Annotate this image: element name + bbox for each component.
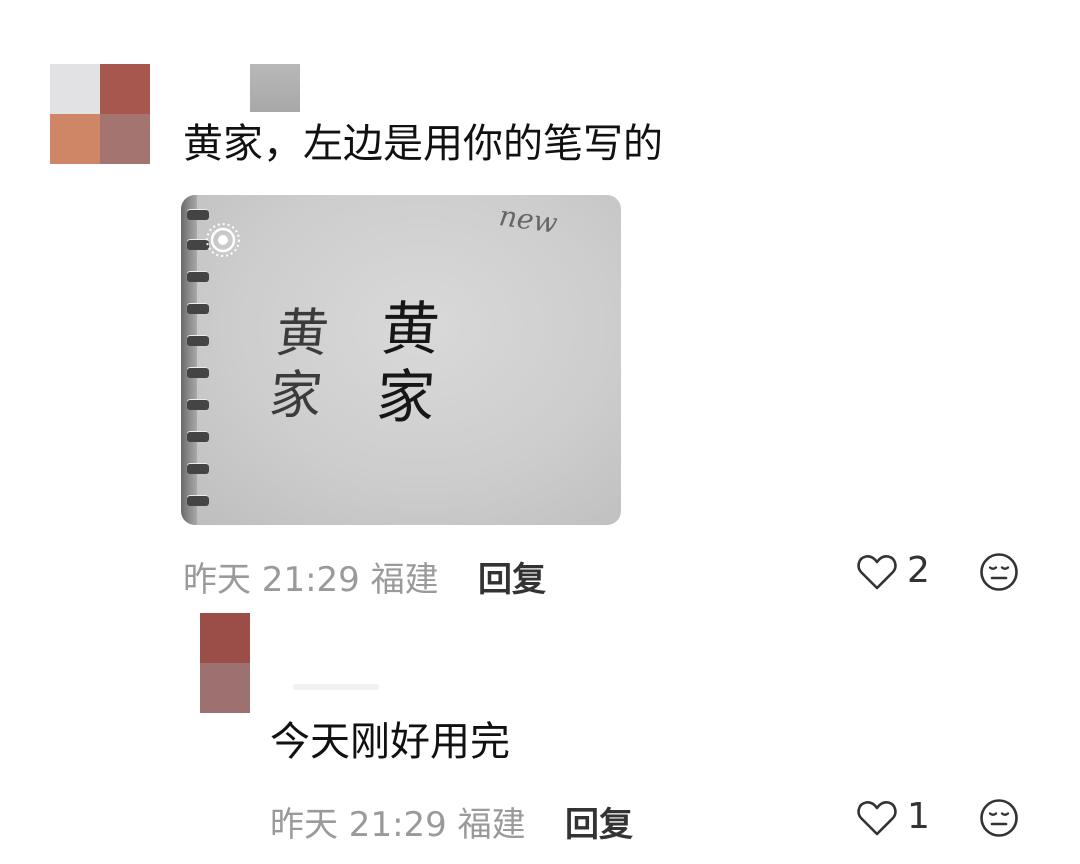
comment-photo[interactable]: new 黄 家 黄 家 xyxy=(181,195,621,525)
comment-meta: 昨天 21:29 福建 xyxy=(270,805,526,845)
like-count: 2 xyxy=(907,550,930,591)
handwritten-characters-right: 黄 家 xyxy=(374,295,442,431)
username-blurred[interactable] xyxy=(293,684,379,690)
handwritten-note: new xyxy=(496,199,560,240)
spiral-ring xyxy=(187,431,209,442)
comment-text: 今天刚好用完 xyxy=(270,719,510,765)
spiral-ring xyxy=(187,463,209,474)
spiral-ring xyxy=(187,271,209,282)
reply-button[interactable]: 回复 xyxy=(478,552,546,601)
heart-icon[interactable] xyxy=(856,798,898,838)
like-count: 1 xyxy=(907,796,930,837)
spiral-ring xyxy=(187,399,209,410)
spiral-ring xyxy=(187,335,209,346)
username-blurred[interactable] xyxy=(250,64,300,112)
handwritten-characters-left: 黄 家 xyxy=(266,304,332,426)
spiral-ring xyxy=(187,367,209,378)
live-photo-icon xyxy=(206,223,240,257)
dislike-face-icon[interactable] xyxy=(979,552,1019,592)
comment-text: 黄家，左边是用你的笔写的 xyxy=(183,121,663,167)
comment-meta: 昨天 21:29 福建 xyxy=(183,560,439,600)
spiral-ring xyxy=(187,495,209,506)
dislike-face-icon[interactable] xyxy=(979,798,1019,838)
spiral-ring xyxy=(187,303,209,314)
reply-button[interactable]: 回复 xyxy=(565,797,633,846)
avatar[interactable] xyxy=(50,64,150,164)
avatar[interactable] xyxy=(200,613,250,713)
spiral-ring xyxy=(187,209,209,220)
heart-icon[interactable] xyxy=(856,552,898,592)
